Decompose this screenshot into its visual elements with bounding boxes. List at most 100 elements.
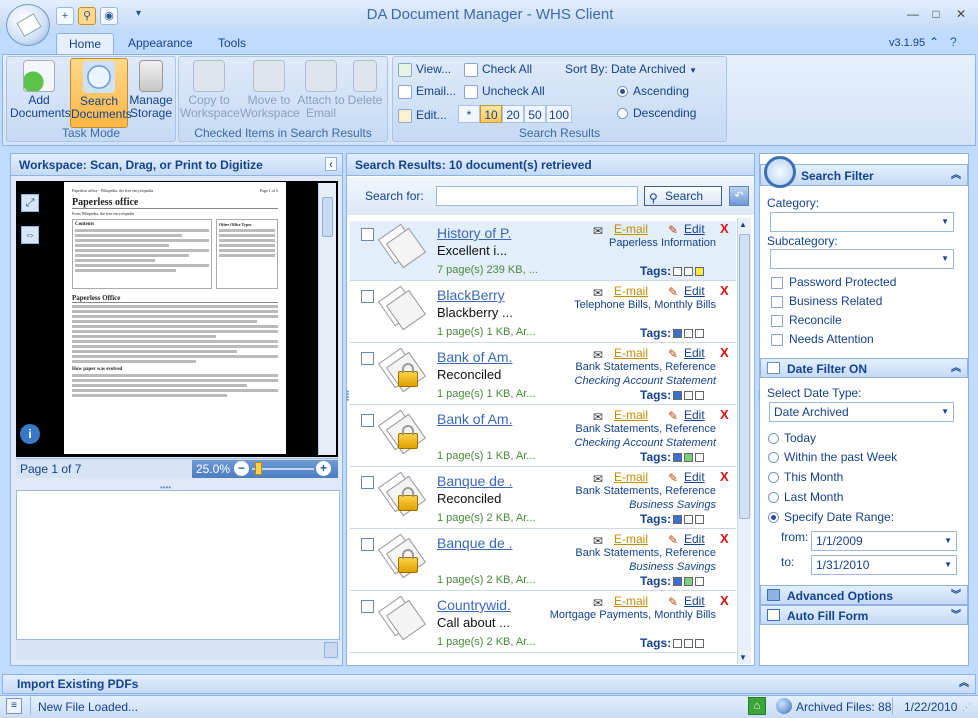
search-quick-icon[interactable]: ⚲ <box>78 7 96 25</box>
result-checkbox[interactable] <box>361 414 374 427</box>
email-link[interactable]: E-mail <box>614 284 648 298</box>
storage-quick-icon[interactable]: ◉ <box>100 7 118 25</box>
result-row[interactable]: Banque de . Reconciled 1 page(s) 2 KB, Ar.… <box>350 469 736 529</box>
search-documents-button[interactable]: Search Documents <box>70 58 132 128</box>
tab-appearance[interactable]: Appearance <box>116 33 205 54</box>
reconcile-checkbox[interactable]: Reconcile <box>771 313 842 327</box>
delete-x-icon[interactable]: X <box>720 469 729 484</box>
tag-color-box[interactable] <box>684 639 694 649</box>
page-size-50[interactable]: 50 <box>524 105 546 123</box>
tag-color-box[interactable] <box>673 639 683 649</box>
import-bar[interactable]: Import Existing PDFs ︽ <box>2 674 976 694</box>
edit-link[interactable]: Edit <box>684 532 705 546</box>
preview-scrollbar[interactable] <box>318 183 336 455</box>
collapse-workspace-icon[interactable]: ‹ <box>325 157 337 171</box>
tag-color-box[interactable] <box>673 515 683 525</box>
tag-color-box[interactable] <box>695 453 705 463</box>
tag-color-box[interactable] <box>673 329 683 339</box>
date-filter-header[interactable]: Date Filter ON ︽ <box>760 358 968 378</box>
result-row[interactable]: Bank of Am. 1 page(s) 1 KB, Ar... ✉ E-mail ✎… <box>350 407 736 467</box>
result-row[interactable]: History of P. Excellent i... 7 page(s) 239… <box>350 221 736 281</box>
tag-color-box[interactable] <box>695 515 705 525</box>
tag-color-box[interactable] <box>684 329 694 339</box>
info-icon[interactable]: i <box>20 424 40 444</box>
zoom-out-icon[interactable]: − <box>234 461 249 476</box>
delete-x-icon[interactable]: X <box>720 221 729 236</box>
zoom-slider-thumb[interactable] <box>255 462 262 475</box>
clear-search-icon[interactable]: ↶ <box>729 186 749 206</box>
manage-storage-button[interactable]: Manage Storage <box>124 58 178 128</box>
tag-color-box[interactable] <box>684 577 694 587</box>
document-name[interactable]: History of P. <box>437 225 511 241</box>
log-icon[interactable]: ≡ <box>6 698 22 714</box>
document-name[interactable]: Banque de . <box>437 535 513 551</box>
zoom-in-icon[interactable]: + <box>316 461 331 476</box>
document-name[interactable]: Bank of Am. <box>437 411 512 427</box>
email-link[interactable]: E-mail <box>614 346 648 360</box>
edit-link[interactable]: Edit <box>684 346 705 360</box>
result-checkbox[interactable] <box>361 352 374 365</box>
email-link[interactable]: E-mail <box>614 408 648 422</box>
result-checkbox[interactable] <box>361 228 374 241</box>
search-input[interactable] <box>436 186 638 206</box>
password-protected-checkbox[interactable]: Password Protected <box>771 275 896 289</box>
email-link[interactable]: E-mail <box>614 222 648 236</box>
edit-link[interactable]: Edit <box>684 470 705 484</box>
result-checkbox[interactable] <box>361 476 374 489</box>
needs-attention-checkbox[interactable]: Needs Attention <box>771 332 874 346</box>
edit-link[interactable]: Edit <box>684 594 705 608</box>
tab-home[interactable]: Home <box>56 33 115 54</box>
result-checkbox[interactable] <box>361 538 374 551</box>
view-button[interactable]: View... <box>398 60 451 78</box>
tab-tools[interactable]: Tools <box>206 33 258 54</box>
results-scrollbar[interactable]: ▲ ▼ <box>737 218 751 664</box>
minimize-icon[interactable]: — <box>904 6 922 22</box>
fit-width-icon[interactable]: ⇔ <box>21 226 39 244</box>
move-to-workspace-button[interactable]: Move to Workspace <box>240 58 300 128</box>
tag-color-box[interactable] <box>673 577 683 587</box>
tag-color-box[interactable] <box>684 453 694 463</box>
result-row[interactable]: BlackBerry Blackberry ... 1 page(s) 1 KB, … <box>350 283 736 343</box>
tag-color-box[interactable] <box>673 453 683 463</box>
page-size-all[interactable]: * <box>458 105 480 123</box>
edit-button[interactable]: Edit... <box>398 106 447 124</box>
date-type-dropdown[interactable]: Date Archived ▼ <box>769 402 954 422</box>
tag-color-box[interactable] <box>684 391 694 401</box>
add-documents-button[interactable]: Add Documents <box>10 58 71 128</box>
resize-grip-icon[interactable]: ⋰ <box>962 702 971 713</box>
tag-color-box[interactable] <box>695 639 705 649</box>
edit-link[interactable]: Edit <box>684 284 705 298</box>
tag-color-box[interactable] <box>673 391 683 401</box>
business-related-checkbox[interactable]: Business Related <box>771 294 882 308</box>
tag-color-box[interactable] <box>695 391 705 401</box>
maximize-icon[interactable]: □ <box>927 6 945 22</box>
descending-radio[interactable]: Descending <box>617 106 696 120</box>
add-quick-icon[interactable]: + <box>56 7 74 25</box>
uncheck-all-button[interactable]: Uncheck All <box>464 82 545 100</box>
ascending-radio[interactable]: Ascending <box>617 84 689 98</box>
category-dropdown[interactable]: ▼ <box>770 212 954 232</box>
search-button[interactable]: ⚲ Search <box>644 186 722 206</box>
edit-link[interactable]: Edit <box>684 408 705 422</box>
edit-link[interactable]: Edit <box>684 222 705 236</box>
application-menu-button[interactable] <box>6 4 50 46</box>
document-name[interactable]: Countrywid. <box>437 597 511 613</box>
copy-to-workspace-button[interactable]: Copy to Workspace <box>180 58 240 128</box>
from-date-picker[interactable]: 1/1/2009 ▼ <box>811 531 957 551</box>
fit-page-icon[interactable]: ⤢ <box>21 194 39 212</box>
delete-x-icon[interactable]: X <box>720 283 729 298</box>
page-size-100[interactable]: 100 <box>546 105 572 123</box>
delete-x-icon[interactable]: X <box>720 345 729 360</box>
delete-x-icon[interactable]: X <box>720 531 729 546</box>
advanced-options-header[interactable]: Advanced Options ︾ <box>760 585 968 605</box>
to-date-picker[interactable]: 1/31/2010 ▼ <box>811 555 957 575</box>
tag-color-box[interactable] <box>695 329 705 339</box>
document-name[interactable]: Banque de . <box>437 473 513 489</box>
tag-color-box[interactable] <box>695 267 705 277</box>
document-name[interactable]: Bank of Am. <box>437 349 512 365</box>
tag-color-box[interactable] <box>673 267 683 277</box>
result-row[interactable]: Countrywid. Call about ... 1 page(s) 2 KB,… <box>350 593 736 653</box>
notes-area[interactable] <box>16 490 340 640</box>
result-row[interactable]: Banque de . 1 page(s) 2 KB, Ar... ✉ E-mail ✎… <box>350 531 736 591</box>
last-month-radio[interactable]: Last Month <box>768 490 843 504</box>
